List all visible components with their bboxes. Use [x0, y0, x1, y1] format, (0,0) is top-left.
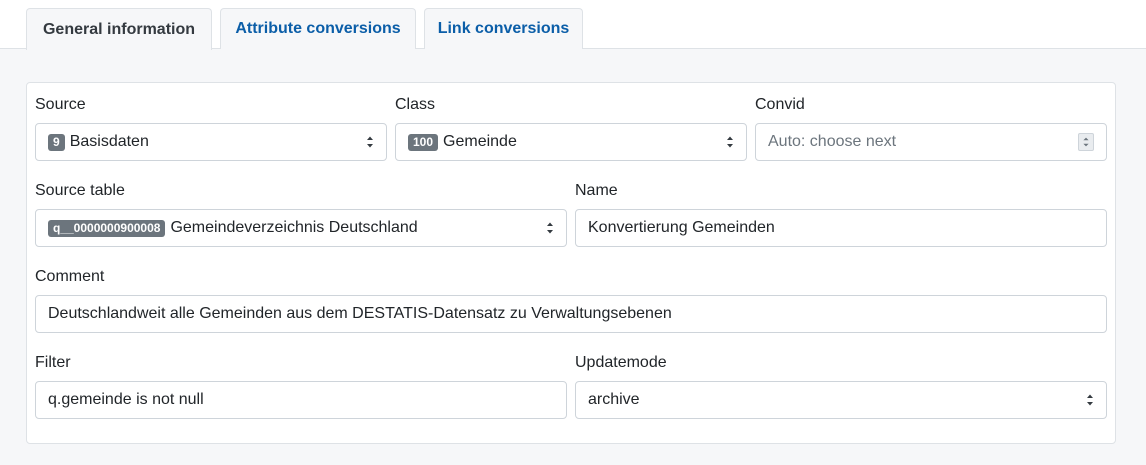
source-value: Basisdaten [69, 133, 149, 150]
select-caret-icon [1087, 394, 1093, 406]
tab-bar: General information Attribute conversion… [0, 0, 1146, 50]
updatemode-value: archive [588, 391, 640, 408]
tab-attribute-conversions[interactable]: Attribute conversions [220, 8, 416, 49]
tab-general-information[interactable]: General information [26, 8, 212, 50]
select-caret-icon [727, 136, 733, 148]
updatemode-select[interactable]: archive [575, 381, 1107, 419]
comment-input[interactable]: Deutschlandweit alle Gemeinden aus dem D… [35, 295, 1107, 333]
name-value: Konvertierung Gemeinden [588, 219, 775, 236]
comment-value: Deutschlandweit alle Gemeinden aus dem D… [48, 305, 672, 322]
source-select[interactable]: 9 Basisdaten [35, 123, 387, 161]
source-table-label: Source table [35, 182, 125, 199]
number-spinner-icon[interactable] [1078, 133, 1094, 151]
convid-placeholder: Auto: choose next [768, 133, 897, 150]
comment-label: Comment [35, 268, 105, 285]
general-info-form: Source 9 Basisdaten Class 100 Gemeinde C… [26, 82, 1116, 444]
tab-link-conversions[interactable]: Link conversions [424, 8, 583, 49]
convid-label: Convid [755, 96, 805, 113]
filter-label: Filter [35, 354, 71, 371]
class-value: Gemeinde [443, 133, 517, 150]
select-caret-icon [367, 136, 373, 148]
name-label: Name [575, 182, 618, 199]
source-table-select[interactable]: q__0000000900008 Gemeindeverzeichnis Deu… [35, 209, 567, 247]
updatemode-label: Updatemode [575, 354, 667, 371]
class-label: Class [395, 96, 436, 113]
convid-input[interactable]: Auto: choose next [755, 123, 1107, 161]
class-id-badge: 100 [408, 133, 439, 151]
name-input[interactable]: Konvertierung Gemeinden [575, 209, 1107, 247]
select-caret-icon [547, 222, 553, 234]
class-select[interactable]: 100 Gemeinde [395, 123, 747, 161]
source-label: Source [35, 96, 86, 113]
source-table-id-badge: q__0000000900008 [48, 219, 166, 237]
filter-input[interactable]: q.gemeinde is not null [35, 381, 567, 419]
source-table-value: Gemeindeverzeichnis Deutschland [170, 219, 418, 236]
source-id-badge: 9 [48, 133, 65, 151]
filter-value: q.gemeinde is not null [48, 391, 204, 408]
